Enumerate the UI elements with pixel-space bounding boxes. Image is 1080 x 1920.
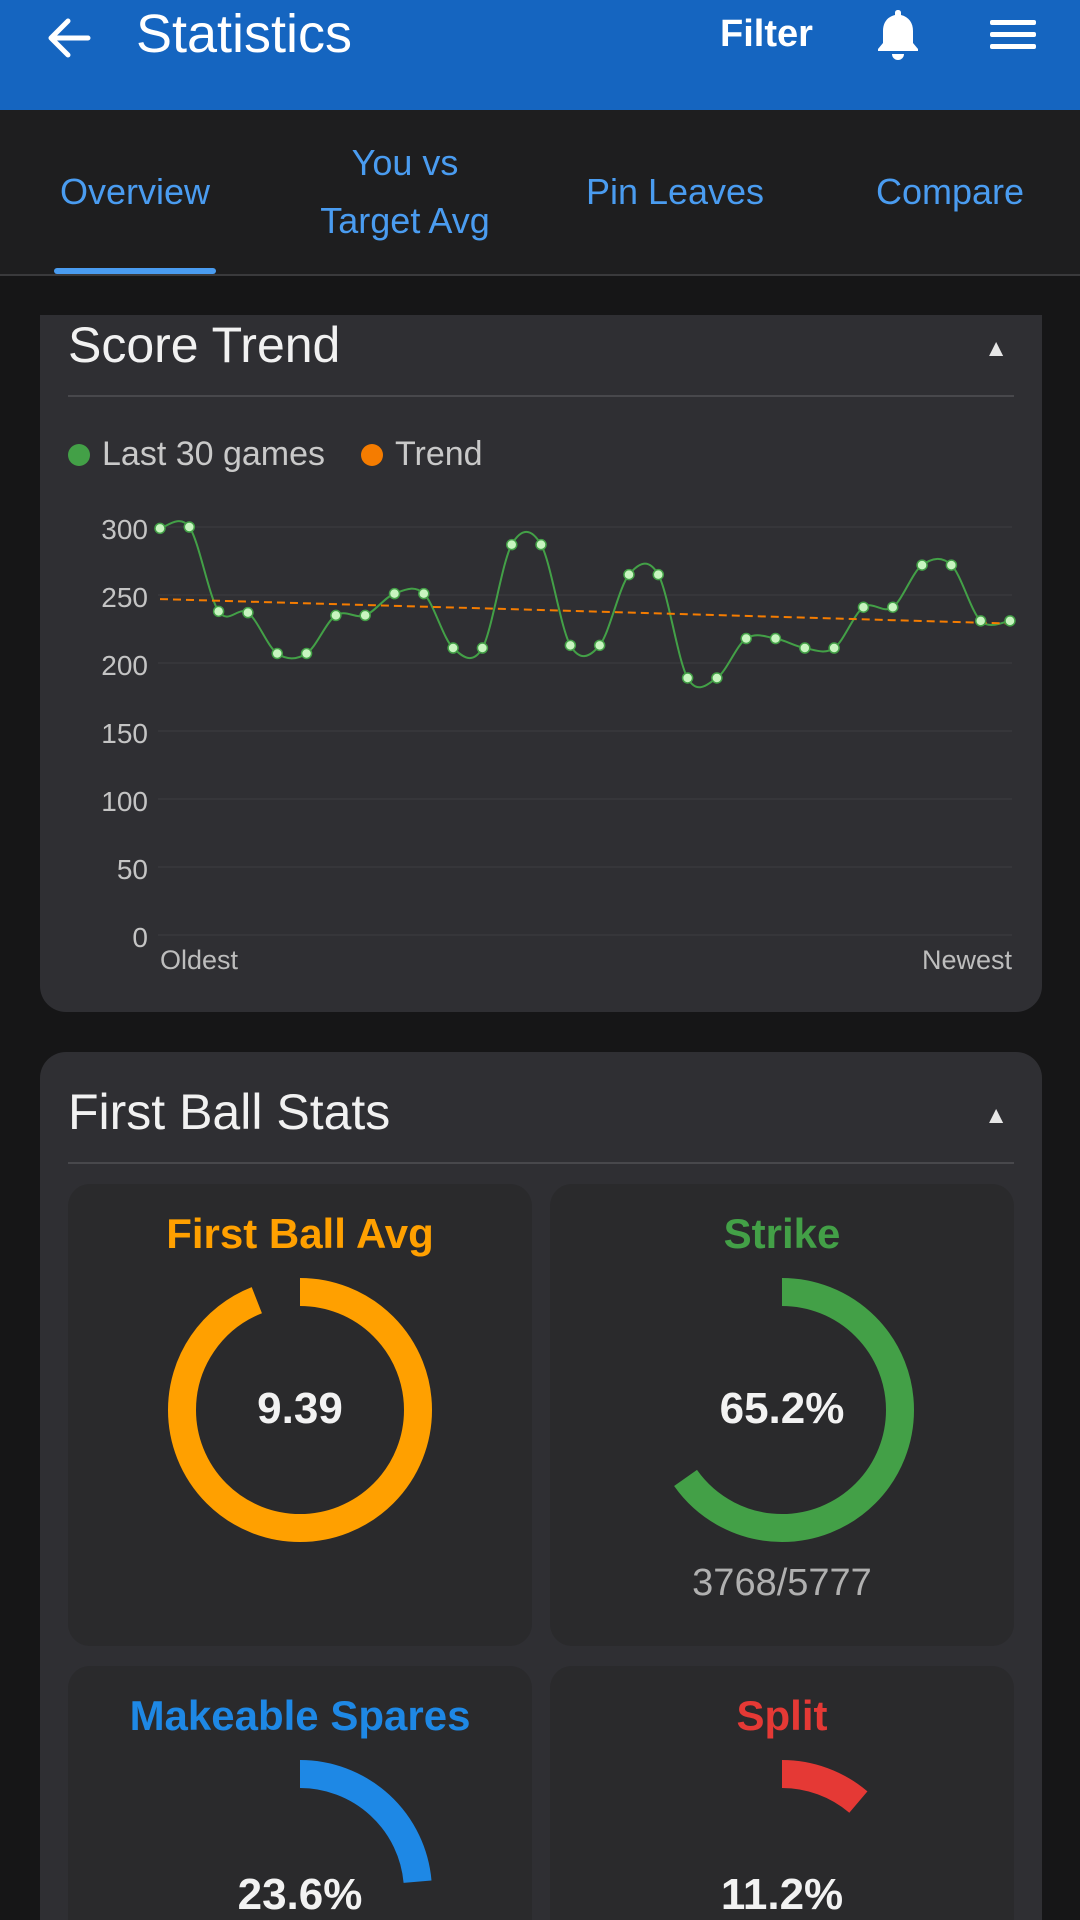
stat-value: 65.2% [719,1384,845,1433]
tab-pin-leaves-label: Pin Leaves [585,171,765,212]
x-label-oldest: Oldest [160,945,239,975]
series-line-trend [159,598,1011,625]
series-line-games [159,520,1011,689]
stat-tile-split[interactable]: Split 11.2% [550,1666,1014,1920]
stat-tile-first-ball-avg[interactable]: First Ball Avg 9.39 [68,1184,532,1646]
page-title: Statistics [136,4,353,64]
tab-overview-label: Overview [59,171,211,212]
stat-tile-makeable-spares[interactable]: Makeable Spares 23.6% [68,1666,532,1920]
stat-ratio: 3768/5777 [692,1562,872,1604]
data-point [769,632,782,645]
data-point [799,642,811,654]
x-label-newest: Newest [922,945,1013,975]
data-point [212,605,225,618]
tab-you-vs-target-avg-label-line1: You vs [351,142,459,183]
data-point [623,568,635,581]
data-point [300,647,313,660]
tab-bar: Overview You vs Target Avg Pin Leaves Co… [0,110,1080,276]
data-point [945,559,958,571]
data-point [857,601,870,613]
data-point [974,615,987,627]
tab-pin-leaves[interactable]: Pin Leaves [560,110,790,274]
y-tick-label: 50 [117,854,148,885]
y-tick-label: 100 [101,786,148,817]
active-tab-indicator [54,268,216,274]
y-tick-label: 250 [101,582,148,613]
tab-you-vs-target-avg-label-line2: Target Avg [320,200,490,241]
tab-compare-label: Compare [875,171,1025,212]
y-tick-label: 300 [101,514,148,545]
collapse-caret-icon[interactable]: ▲ [984,1102,1008,1130]
stat-value: 9.39 [257,1384,343,1433]
y-tick-label: 200 [101,650,148,681]
data-point [916,559,928,571]
data-point [828,642,840,654]
data-point [505,538,518,551]
filter-button[interactable]: Filter [720,10,813,58]
stat-value: 23.6% [237,1870,363,1919]
data-point [652,568,665,581]
data-point [388,587,401,600]
data-point [359,609,371,622]
app-bar: Statistics Filter [0,0,1080,110]
tab-you-vs-target-avg[interactable]: You vs Target Avg [270,110,540,274]
data-point [711,672,723,684]
stat-tile-strike[interactable]: Strike 65.2% 3768/5777 [550,1184,1014,1646]
data-point [740,632,752,645]
data-point [476,642,489,654]
data-point [564,639,577,652]
data-point [154,522,166,535]
bell-icon[interactable] [872,6,924,62]
data-point [535,538,547,551]
data-point [330,609,342,622]
hamburger-menu-icon[interactable] [988,14,1038,54]
stat-value: 11.2% [720,1870,844,1919]
divider [68,1162,1014,1164]
y-tick-label: 150 [101,718,148,749]
data-point [681,672,694,684]
data-point [447,642,459,654]
score-trend-chart: 300 250 200 150 100 50 0 Oldest Newest [101,514,1016,975]
y-tick-label: 0 [132,922,148,953]
data-point [418,587,430,600]
data-point [271,647,283,660]
tab-overview[interactable]: Overview [10,110,260,274]
score-trend-card: Score Trend ▲ Last 30 games Trend 300 250… [40,315,1042,1012]
data-point [887,601,899,613]
data-point [593,639,606,652]
first-ball-stats-title: First Ball Stats [68,1084,391,1140]
data-point [242,606,254,619]
data-point [183,521,196,533]
data-point [1004,615,1016,627]
tab-compare[interactable]: Compare [840,110,1060,274]
arrow-left-icon[interactable] [40,8,100,68]
first-ball-stats-card: First Ball Stats ▲ First Ball Avg 9.39 S… [40,1052,1042,1920]
